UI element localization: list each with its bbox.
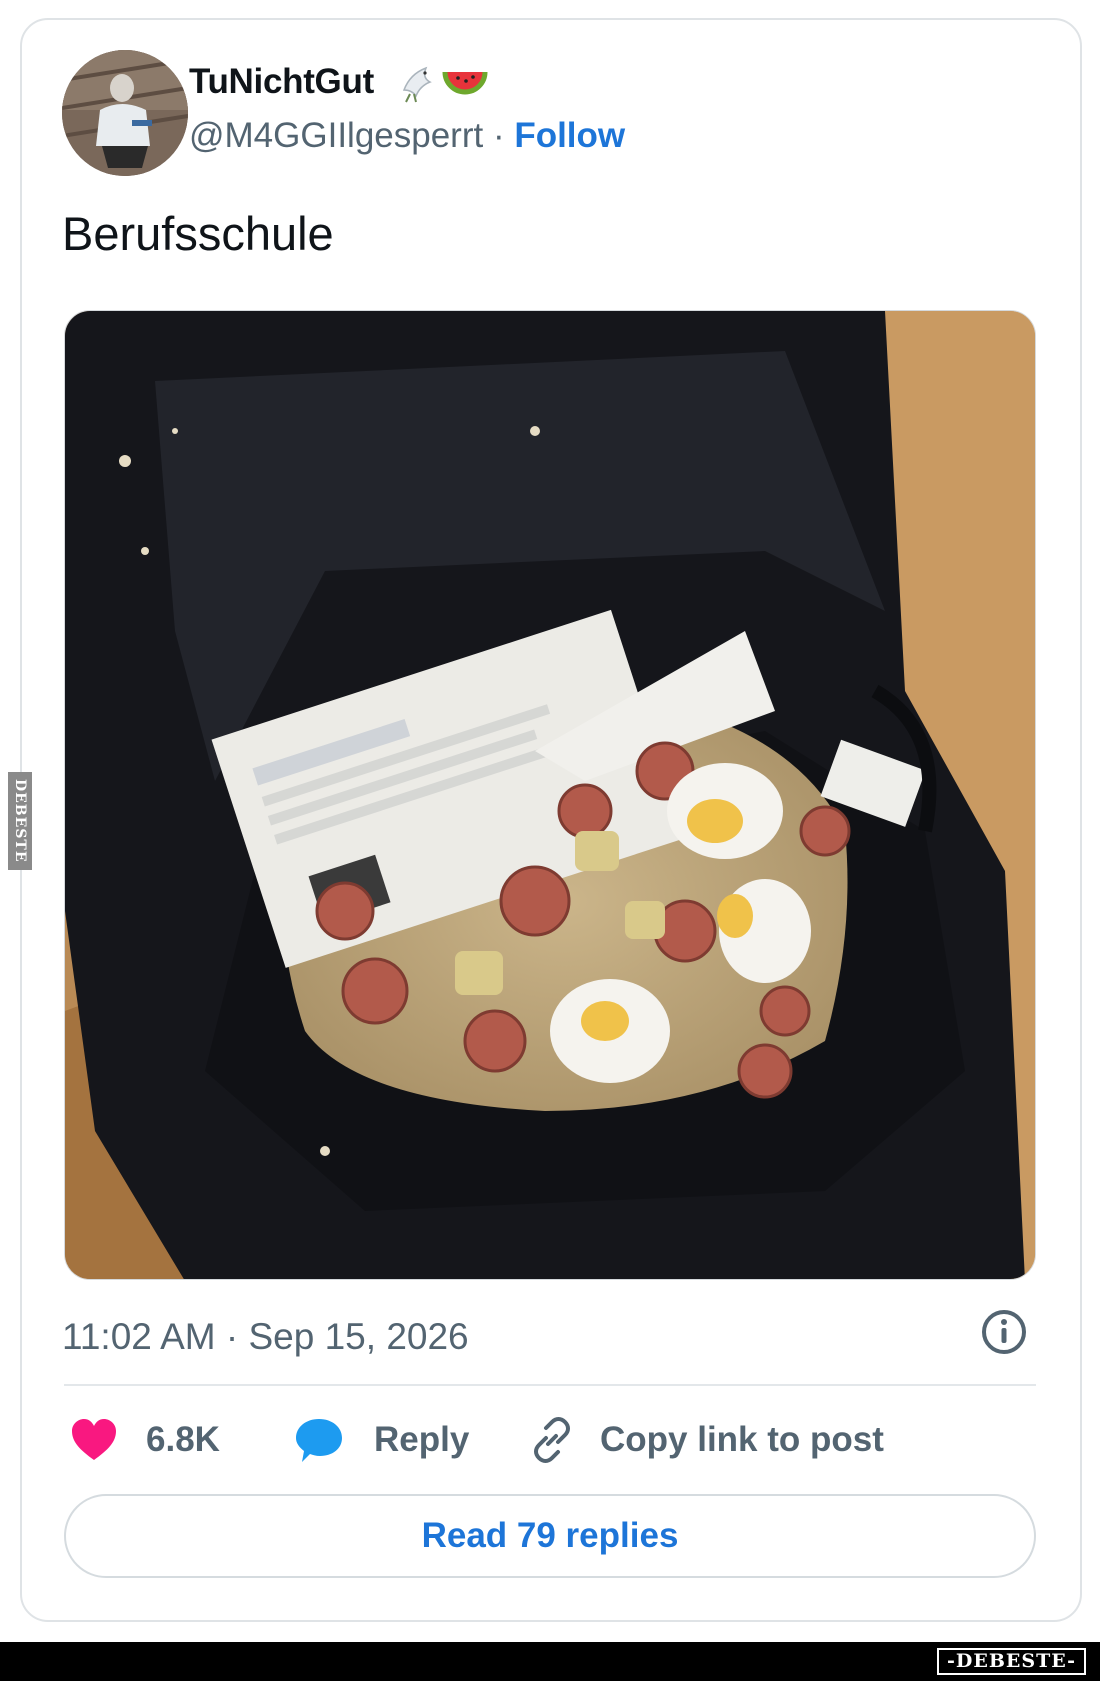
tweet-media-photo[interactable] [64,310,1036,1280]
dove-icon [402,66,432,103]
read-replies-button[interactable]: Read 79 replies [64,1494,1036,1578]
info-icon[interactable] [980,1308,1028,1356]
avatar-photo [62,50,188,176]
reply-button[interactable]: Reply [294,1410,469,1470]
name-badges [396,58,488,106]
reply-bubble-icon [296,1419,342,1462]
timestamp-row[interactable]: 11:02 AM · Sep 15, 2026 [62,1316,469,1358]
footer-watermark: -DEBESTE- [937,1648,1086,1675]
footer-bar: -DEBESTE- [0,1642,1100,1681]
user-handle[interactable]: @M4GGIIlgesperrt [189,116,483,155]
reply-label: Reply [374,1420,470,1459]
tweet-date: Sep 15, 2026 [248,1316,469,1357]
side-watermark: DEBESTE [8,772,32,870]
tweet-text: Berufsschule [62,207,334,260]
display-name[interactable]: TuNichtGut [189,62,374,102]
like-button[interactable]: 6.8K [70,1410,220,1470]
tweet-time: 11:02 AM [62,1316,216,1357]
watermelon-icon [442,71,488,95]
backpack-soup-photo [65,311,1035,1279]
copy-link-button[interactable]: Copy link to post [528,1410,884,1470]
follow-button[interactable]: Follow [514,116,625,155]
link-icon [534,1417,570,1463]
meta-separator: · [215,1316,249,1357]
heart-icon [72,1419,116,1460]
copy-link-label: Copy link to post [600,1420,884,1459]
avatar[interactable] [62,50,188,176]
handle-separator: · [483,116,515,155]
likes-count: 6.8K [146,1420,220,1459]
divider [64,1384,1036,1386]
handle-row: @M4GGIIlgesperrt · Follow [189,116,625,156]
